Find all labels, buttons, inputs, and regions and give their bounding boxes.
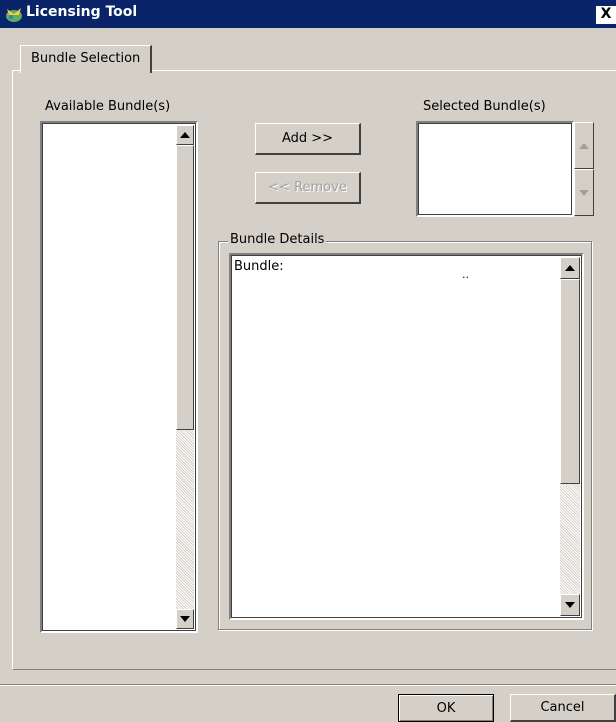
available-bundles-list[interactable] <box>40 121 198 633</box>
scroll-up-arrow-icon[interactable] <box>176 125 194 145</box>
window-title: Licensing Tool <box>26 4 138 20</box>
cancel-button[interactable]: Cancel <box>510 694 616 722</box>
scroll-up-arrow-icon[interactable] <box>560 257 580 279</box>
available-list-scroll-thumb[interactable] <box>176 145 194 430</box>
selected-bundles-label: Selected Bundle(s) <box>423 99 546 114</box>
separator <box>0 684 616 686</box>
move-down-button[interactable] <box>574 169 594 216</box>
tab-bundle-selection[interactable]: Bundle Selection <box>20 45 152 73</box>
bundle-details-textbox[interactable] <box>229 253 584 620</box>
available-bundles-label: Available Bundle(s) <box>45 99 171 114</box>
remove-button[interactable]: << Remove <box>255 172 361 204</box>
selected-bundles-list[interactable] <box>416 121 574 217</box>
bundle-details-text: Bundle: <box>234 259 284 274</box>
bundle-details-label: Bundle Details <box>228 232 327 247</box>
details-scroll-thumb[interactable] <box>560 279 580 484</box>
scroll-down-arrow-icon[interactable] <box>176 609 194 629</box>
bundle-details-dots: .. <box>462 268 469 281</box>
add-button[interactable]: Add >> <box>255 123 361 155</box>
move-up-button[interactable] <box>574 122 594 169</box>
close-icon[interactable]: X <box>596 6 616 24</box>
scroll-down-arrow-icon[interactable] <box>560 594 580 616</box>
licensing-app-icon <box>6 8 22 22</box>
ok-button[interactable]: OK <box>398 694 494 722</box>
